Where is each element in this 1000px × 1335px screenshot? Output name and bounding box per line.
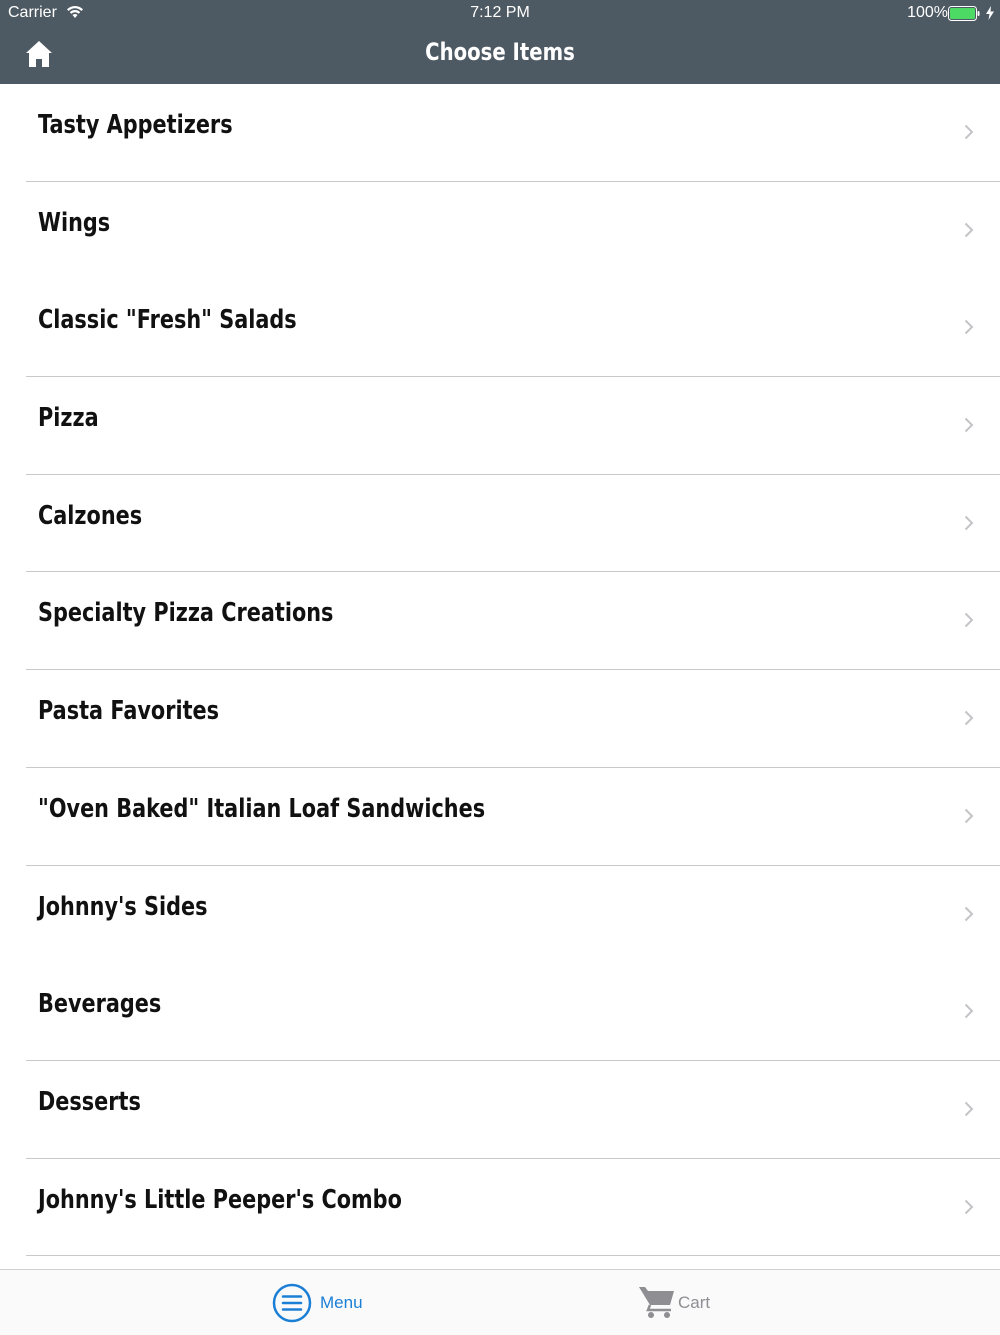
category-row[interactable]: Calzones <box>0 475 1000 573</box>
chevron-right-icon <box>964 1003 974 1019</box>
category-row[interactable]: Pizza <box>0 377 1000 475</box>
page-title: Choose Items <box>425 38 575 66</box>
chevron-right-icon <box>964 222 974 237</box>
category-list: Tasty Appetizers Wings Classic "Fresh" S… <box>0 84 1000 1257</box>
tab-label: Menu <box>320 1293 363 1312</box>
menu-icon <box>272 1283 312 1323</box>
category-row[interactable]: "Oven Baked" Italian Loaf Sandwiches <box>0 768 1000 866</box>
category-row[interactable]: Beverages <box>0 963 1000 1061</box>
battery-icon <box>948 6 980 21</box>
chevron-right-icon <box>964 124 974 140</box>
category-label: Desserts <box>38 1086 141 1117</box>
chevron-right-icon <box>964 1199 974 1214</box>
battery-percent: 100% <box>907 4 948 21</box>
chevron-right-icon <box>964 613 974 628</box>
chevron-right-icon <box>964 710 974 726</box>
tab-label: Cart <box>678 1293 711 1312</box>
tab-menu[interactable]: Menu <box>270 1270 400 1335</box>
cart-icon <box>639 1287 674 1318</box>
category-label: Specialty Pizza Creations <box>38 598 334 629</box>
category-row[interactable]: Johnny's Sides <box>0 866 1000 964</box>
category-label: Calzones <box>38 500 143 531</box>
chevron-right-icon <box>964 320 974 335</box>
tab-bar: Menu Cart <box>0 1269 1000 1335</box>
clock: 7:12 PM <box>470 4 530 21</box>
chevron-right-icon <box>964 808 974 824</box>
category-row[interactable]: Desserts <box>0 1061 1000 1159</box>
category-label: Pasta Favorites <box>38 696 220 727</box>
divider <box>26 1255 1000 1257</box>
chevron-right-icon <box>964 1101 974 1117</box>
chevron-right-icon <box>964 417 974 433</box>
category-label: Beverages <box>38 989 162 1020</box>
home-icon[interactable] <box>24 39 54 69</box>
charging-icon <box>986 6 994 20</box>
category-label: Pizza <box>38 403 99 434</box>
category-label: Johnny's Little Peeper's Combo <box>38 1184 402 1215</box>
status-bar: Carrier 7:12 PM 100% <box>0 0 1000 28</box>
category-label: Classic "Fresh" Salads <box>38 305 297 336</box>
category-row[interactable]: Classic "Fresh" Salads <box>0 279 1000 378</box>
category-row[interactable]: Johnny's Little Peeper's Combo <box>0 1159 1000 1257</box>
category-label: Johnny's Sides <box>38 891 208 922</box>
category-label: Tasty Appetizers <box>38 110 233 140</box>
chevron-right-icon <box>964 906 974 921</box>
category-label: "Oven Baked" Italian Loaf Sandwiches <box>38 793 486 824</box>
category-row[interactable]: Tasty Appetizers <box>0 84 1000 182</box>
category-label: Wings <box>38 207 111 238</box>
chevron-right-icon <box>964 515 974 530</box>
category-row[interactable]: Pasta Favorites <box>0 670 1000 768</box>
navigation-bar: Choose Items <box>0 28 1000 84</box>
category-row[interactable]: Wings <box>0 182 1000 280</box>
tab-cart[interactable]: Cart <box>636 1270 766 1335</box>
category-row[interactable]: Specialty Pizza Creations <box>0 572 1000 671</box>
